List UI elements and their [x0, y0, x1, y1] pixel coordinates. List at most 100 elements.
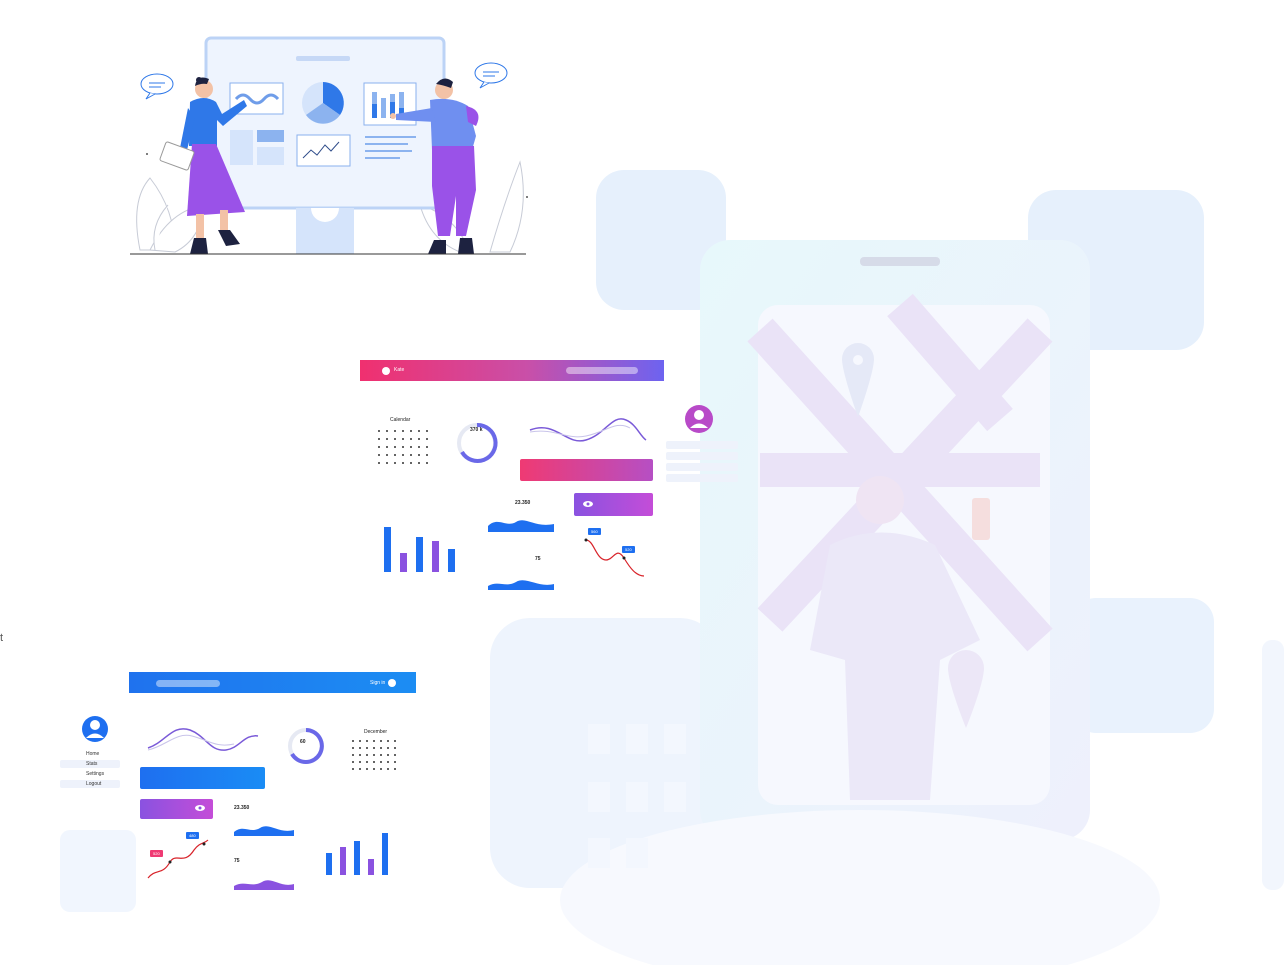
calendar-day: [394, 747, 396, 749]
dashboard-mockup-blue: Sign in Home Stats Settings Logout 60 De…: [60, 672, 420, 912]
speech-bubble-icon: [474, 62, 508, 89]
search-input[interactable]: [156, 680, 220, 687]
header-label: Kate: [394, 367, 405, 373]
calendar-day: [359, 740, 361, 742]
stat-value-2: 75: [535, 556, 541, 562]
calendar-day: [394, 446, 396, 448]
user-icon: [382, 367, 390, 375]
calendar-day: [378, 430, 380, 432]
calendar-day: [402, 462, 404, 464]
screen-block: [230, 130, 253, 165]
calendar-day: [366, 740, 368, 742]
donut-chart: [288, 728, 324, 764]
calendar-day: [402, 446, 404, 448]
area-chart: [234, 880, 294, 890]
calendar-day: [394, 740, 396, 742]
calendar-day: [394, 754, 396, 756]
calendar-day: [387, 747, 389, 749]
calendar-day: [373, 740, 375, 742]
side-menu-item[interactable]: [666, 474, 738, 482]
tag-1: 480: [186, 832, 199, 839]
side-menu-item[interactable]: [666, 441, 738, 449]
eye-icon: [195, 805, 205, 811]
calendar-day: [418, 454, 420, 456]
calendar-day: [386, 438, 388, 440]
side-menu-label: Home: [86, 751, 100, 757]
calendar-day: [378, 446, 380, 448]
calendar-day: [352, 747, 354, 749]
calendar-day: [387, 761, 389, 763]
calendar-day: [426, 438, 428, 440]
calendar-day: [352, 754, 354, 756]
area-chart: [488, 580, 554, 590]
calendar-day: [366, 768, 368, 770]
calendar-day: [386, 454, 388, 456]
user-icon: [82, 716, 108, 742]
calendar-day: [373, 761, 375, 763]
calendar-day: [373, 747, 375, 749]
calendar-day: [386, 446, 388, 448]
calendar-day: [418, 446, 420, 448]
calendar-day: [359, 761, 361, 763]
user-icon: [388, 679, 396, 687]
calendar-day: [373, 768, 375, 770]
area-chart: [234, 826, 294, 836]
tag-2: 520: [622, 546, 635, 553]
calendar-grid: [378, 430, 432, 474]
donut-chart: [457, 422, 498, 463]
calendar-day: [410, 438, 412, 440]
calendar-day: [366, 754, 368, 756]
tag-1: 560: [588, 528, 601, 535]
dashboard-mockup-pink: Kate Calendar 370 k 23.350 75 560 520: [360, 360, 738, 596]
side-menu-item[interactable]: [666, 452, 738, 460]
calendar-day: [352, 761, 354, 763]
calendar-day: [387, 740, 389, 742]
line-chart: [584, 538, 645, 577]
summary-banner: [140, 767, 265, 789]
calendar-day: [387, 768, 389, 770]
calendar-day: [402, 438, 404, 440]
calendar-day: [380, 754, 382, 756]
side-menu-item[interactable]: [666, 463, 738, 471]
calendar-day: [380, 761, 382, 763]
calendar-day: [380, 740, 382, 742]
line-chart: [147, 839, 209, 879]
calendar-day: [359, 754, 361, 756]
calendar-day: [410, 462, 412, 464]
eye-icon: [583, 501, 593, 507]
side-menu-item[interactable]: Home: [60, 750, 120, 758]
bar-chart: [384, 527, 455, 572]
calendar-title: Calendar: [390, 417, 411, 423]
search-input[interactable]: [566, 367, 638, 374]
bar-chart: [326, 833, 388, 875]
calendar-day: [359, 768, 361, 770]
calendar-day: [378, 454, 380, 456]
speech-bubble-icon: [140, 73, 174, 100]
calendar-day: [402, 454, 404, 456]
calendar-title: December: [364, 729, 388, 735]
calendar-day: [378, 462, 380, 464]
calendar-day: [394, 768, 396, 770]
side-menu-item[interactable]: Stats: [60, 760, 120, 768]
calendar-day: [352, 768, 354, 770]
calendar-day: [386, 430, 388, 432]
side-menu-item[interactable]: Settings: [60, 770, 120, 778]
side-menu-item[interactable]: Logout: [60, 780, 120, 788]
calendar-day: [426, 446, 428, 448]
calendar-day: [418, 430, 420, 432]
calendar-day: [402, 430, 404, 432]
summary-banner: [520, 459, 653, 481]
stat-value-1: 23.350: [515, 500, 531, 506]
calendar-day: [394, 438, 396, 440]
calendar-day: [373, 754, 375, 756]
calendar-day: [410, 446, 412, 448]
calendar-day: [387, 754, 389, 756]
donut-value: 370 k: [470, 427, 483, 433]
calendar-day: [410, 430, 412, 432]
calendar-day: [426, 454, 428, 456]
user-icon: [685, 405, 713, 433]
line-wave-chart: [147, 728, 259, 751]
calendar-day: [359, 747, 361, 749]
calendar-day: [366, 761, 368, 763]
stat-value-2: 75: [234, 858, 240, 864]
